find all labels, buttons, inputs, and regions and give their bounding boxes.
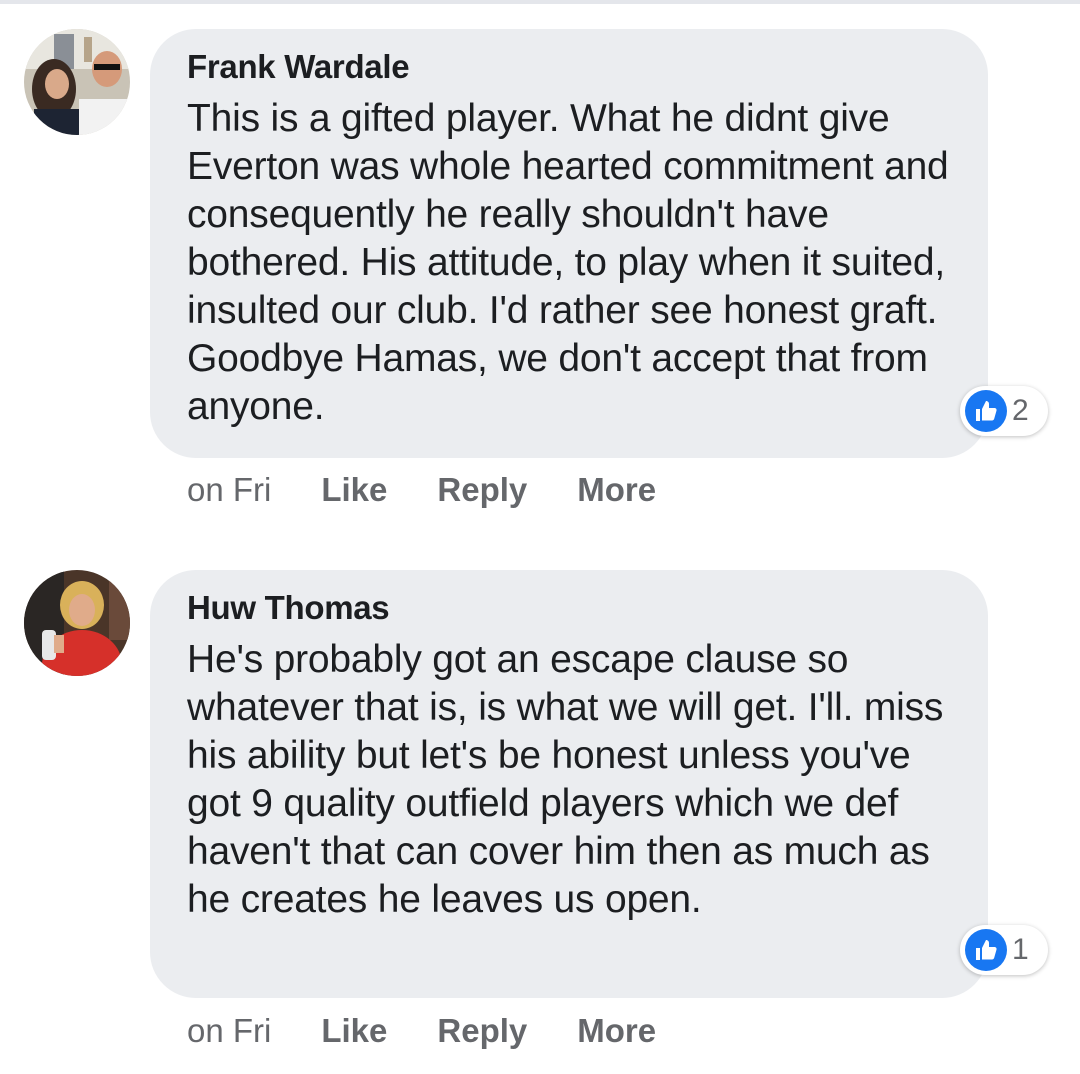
reply-button[interactable]: Reply [437, 471, 527, 509]
comment-actions: on Fri Like Reply More [187, 470, 706, 510]
comment-author[interactable]: Frank Wardale [187, 47, 958, 87]
more-button[interactable]: More [577, 1012, 656, 1050]
top-divider [0, 0, 1080, 4]
avatar[interactable] [24, 29, 130, 135]
reply-button[interactable]: Reply [437, 1012, 527, 1050]
comment-text: This is a gifted player. What he didnt g… [187, 97, 949, 428]
reaction-summary[interactable]: 2 [960, 386, 1048, 436]
comment-text: He's probably got an escape clause so wh… [187, 638, 944, 921]
like-button[interactable]: Like [321, 1012, 387, 1050]
comment-actions: on Fri Like Reply More [187, 1011, 706, 1051]
reaction-summary[interactable]: 1 [960, 925, 1048, 975]
more-button[interactable]: More [577, 471, 656, 509]
thumbs-up-icon [965, 390, 1007, 432]
comment-author[interactable]: Huw Thomas [187, 588, 958, 628]
comment-bubble: Huw Thomas He's probably got an escape c… [150, 570, 988, 998]
comment-bubble: Frank Wardale This is a gifted player. W… [150, 29, 988, 458]
avatar[interactable] [24, 570, 130, 676]
thumbs-up-icon [965, 929, 1007, 971]
reaction-count: 2 [1012, 394, 1029, 427]
comment-time[interactable]: on Fri [187, 471, 271, 509]
comment-time[interactable]: on Fri [187, 1012, 271, 1050]
like-button[interactable]: Like [321, 471, 387, 509]
reaction-count: 1 [1012, 933, 1029, 966]
